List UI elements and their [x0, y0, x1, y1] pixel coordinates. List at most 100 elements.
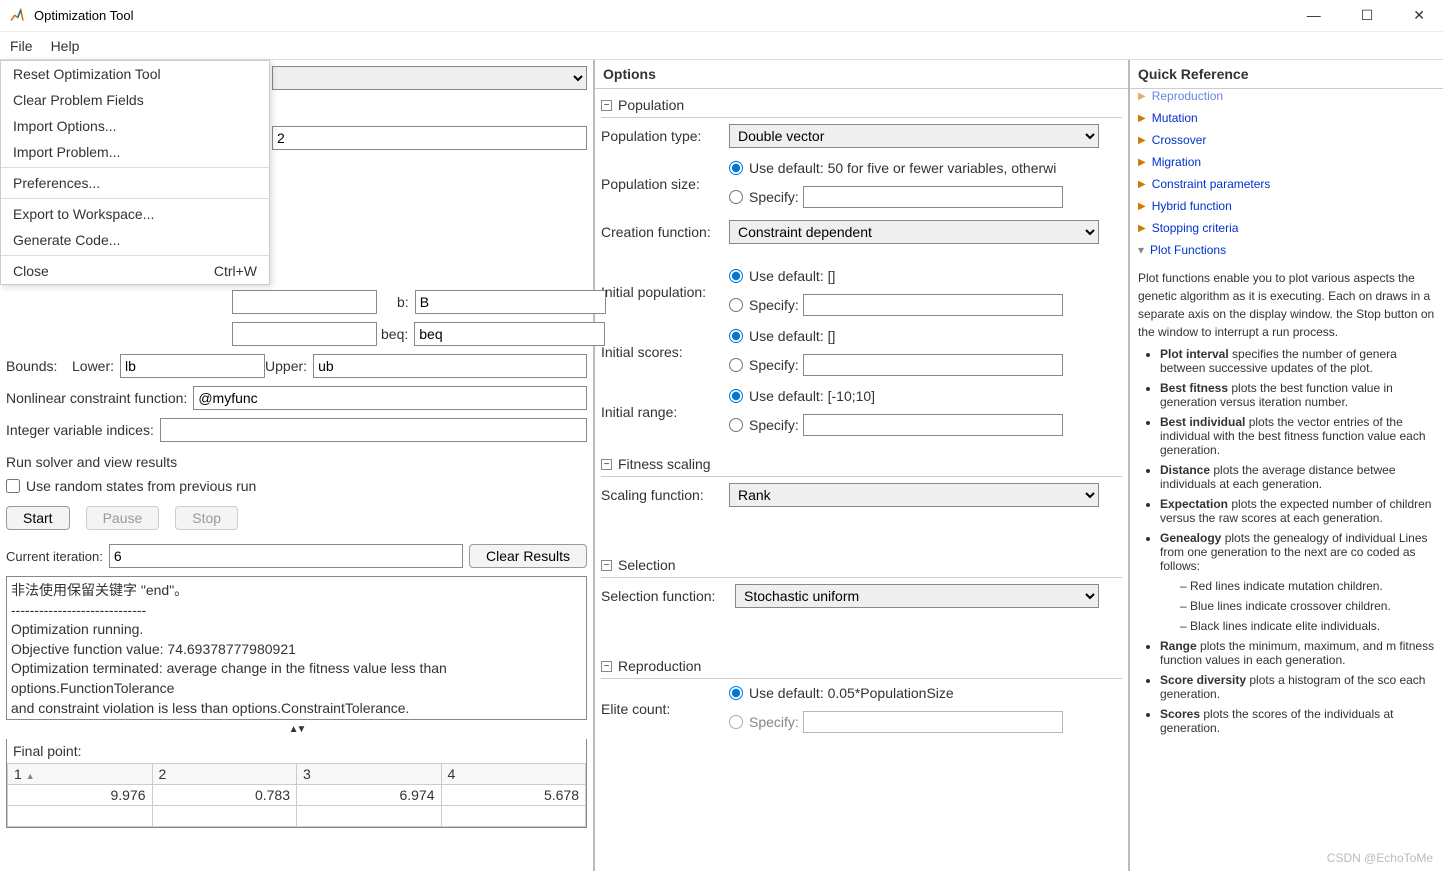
initrange-label: Initial range:	[601, 404, 729, 420]
group-fitness: Fitness scaling	[618, 456, 711, 472]
menu-clear-fields[interactable]: Clear Problem Fields	[1, 87, 269, 113]
initpop-default-radio[interactable]	[729, 269, 743, 283]
popsize-specify-radio[interactable]	[729, 190, 743, 204]
selection-label: Selection function:	[601, 588, 735, 604]
menubar: File Help	[0, 32, 1443, 60]
arrow-right-icon: ▶	[1138, 135, 1146, 146]
sort-asc-icon: ▲	[26, 771, 35, 781]
initrange-default-radio[interactable]	[729, 389, 743, 403]
ref-link-crossover[interactable]: Crossover	[1152, 133, 1207, 147]
ref-link-plot-functions[interactable]: Plot Functions	[1150, 243, 1226, 257]
random-states-label: Use random states from previous run	[26, 478, 256, 494]
lower-input[interactable]	[120, 354, 265, 378]
close-icon[interactable]: ✕	[1413, 7, 1425, 24]
upper-input[interactable]	[313, 354, 587, 378]
window-title: Optimization Tool	[34, 8, 133, 23]
creation-function-select[interactable]: Constraint dependent	[729, 220, 1099, 244]
creation-label: Creation function:	[601, 224, 729, 240]
final-point-table: 1 ▲ 2 3 4 9.976 0.783 6.974 5.678	[7, 763, 586, 827]
beq-input[interactable]	[414, 322, 605, 346]
collapse-icon[interactable]: −	[601, 661, 612, 672]
ref-link-constraint[interactable]: Constraint parameters	[1152, 177, 1271, 191]
col-4[interactable]: 4	[441, 764, 586, 785]
final-point-panel: Final point: 1 ▲ 2 3 4 9.976 0.783 6.974…	[6, 739, 587, 828]
col-1[interactable]: 1 ▲	[8, 764, 153, 785]
collapse-icon[interactable]: −	[601, 560, 612, 571]
results-log[interactable]: 非法使用保留关键字 "end"。 -----------------------…	[6, 576, 587, 720]
col-3[interactable]: 3	[297, 764, 442, 785]
solver-select[interactable]	[272, 66, 587, 90]
col-2[interactable]: 2	[152, 764, 297, 785]
ref-link-migration[interactable]: Migration	[1152, 155, 1201, 169]
elite-specify-radio[interactable]	[729, 715, 743, 729]
titlebar: Optimization Tool — ☐ ✕	[0, 0, 1443, 32]
elite-label: Elite count:	[601, 701, 729, 717]
problem-panel: Reset Optimization Tool Clear Problem Fi…	[0, 60, 595, 871]
lower-label: Lower:	[72, 358, 114, 374]
reference-bullets: Plot interval specifies the number of ge…	[1138, 347, 1439, 735]
menu-export[interactable]: Export to Workspace...	[1, 201, 269, 227]
population-type-select[interactable]: Double vector	[729, 124, 1099, 148]
arrow-down-icon: ▾	[1138, 243, 1144, 257]
menu-generate-code[interactable]: Generate Code...	[1, 227, 269, 253]
group-selection: Selection	[618, 557, 676, 573]
popsize-label: Population size:	[601, 176, 729, 192]
table-row: 9.976 0.783 6.974 5.678	[8, 785, 586, 806]
iteration-input[interactable]	[109, 544, 463, 568]
intcon-input[interactable]	[160, 418, 587, 442]
pause-button[interactable]: Pause	[86, 506, 160, 530]
maximize-icon[interactable]: ☐	[1361, 7, 1374, 24]
collapse-icon[interactable]: −	[601, 459, 612, 470]
options-header: Options	[595, 60, 1128, 89]
b-label: b:	[397, 294, 409, 310]
popsize-default-radio[interactable]	[729, 161, 743, 175]
arrow-right-icon: ▶	[1138, 91, 1146, 102]
initscores-default-radio[interactable]	[729, 329, 743, 343]
stop-button[interactable]: Stop	[175, 506, 238, 530]
menu-import-problem[interactable]: Import Problem...	[1, 139, 269, 165]
quick-reference-panel: Quick Reference ▶Reproduction ▶Mutation …	[1130, 60, 1443, 871]
arrow-right-icon: ▶	[1138, 113, 1146, 124]
nonlcon-input[interactable]	[193, 386, 587, 410]
arrow-right-icon: ▶	[1138, 201, 1146, 212]
arrow-right-icon: ▶	[1138, 223, 1146, 234]
arrow-right-icon: ▶	[1138, 179, 1146, 190]
menu-help[interactable]: Help	[51, 38, 80, 54]
ref-link-mutation[interactable]: Mutation	[1152, 111, 1198, 125]
menu-file[interactable]: File	[10, 38, 33, 54]
initpop-specify-input[interactable]	[803, 294, 1063, 316]
b-input[interactable]	[415, 290, 606, 314]
clear-results-button[interactable]: Clear Results	[469, 544, 587, 568]
aeq-input[interactable]	[232, 322, 377, 346]
scaling-function-select[interactable]: Rank	[729, 483, 1099, 507]
menu-preferences[interactable]: Preferences...	[1, 170, 269, 196]
beq-label: beq:	[381, 326, 408, 342]
start-button[interactable]: Start	[6, 506, 70, 530]
poptype-label: Population type:	[601, 128, 729, 144]
random-states-checkbox[interactable]	[6, 479, 20, 493]
initrange-specify-input[interactable]	[803, 414, 1063, 436]
selection-function-select[interactable]: Stochastic uniform	[735, 584, 1099, 608]
upper-label: Upper:	[265, 358, 307, 374]
initscores-specify-radio[interactable]	[729, 358, 743, 372]
arrow-right-icon: ▶	[1138, 157, 1146, 168]
ref-link-stopping[interactable]: Stopping criteria	[1152, 221, 1239, 235]
minimize-icon[interactable]: —	[1307, 7, 1321, 24]
menu-close[interactable]: Close Ctrl+W	[1, 258, 269, 284]
popsize-specify-input[interactable]	[803, 186, 1063, 208]
initrange-specify-radio[interactable]	[729, 418, 743, 432]
menu-reset[interactable]: Reset Optimization Tool	[1, 61, 269, 87]
initscores-specify-input[interactable]	[803, 354, 1063, 376]
splitter-handle[interactable]: ▲▼	[6, 724, 587, 735]
nvars-input[interactable]	[272, 126, 587, 150]
collapse-icon[interactable]: −	[601, 100, 612, 111]
elite-default-radio[interactable]	[729, 686, 743, 700]
run-header: Run solver and view results	[6, 454, 587, 470]
a-input[interactable]	[232, 290, 377, 314]
elite-specify-input[interactable]	[803, 711, 1063, 733]
menu-import-options[interactable]: Import Options...	[1, 113, 269, 139]
initpop-specify-radio[interactable]	[729, 298, 743, 312]
ref-link-reproduction[interactable]: Reproduction	[1152, 89, 1223, 103]
reference-intro: Plot functions enable you to plot variou…	[1138, 269, 1439, 341]
ref-link-hybrid[interactable]: Hybrid function	[1152, 199, 1232, 213]
